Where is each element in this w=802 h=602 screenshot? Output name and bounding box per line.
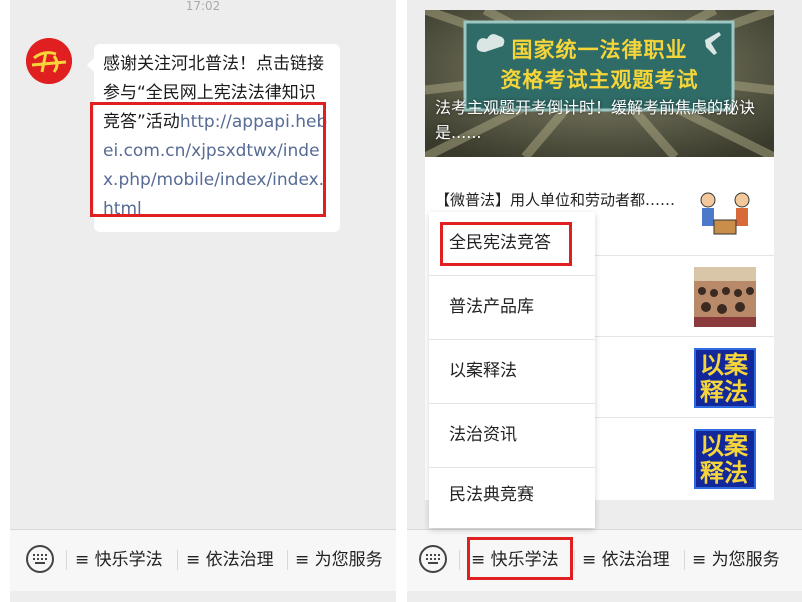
bottom-menu-bar: ≡ 快乐学法 ≡ 依法治理 ≡ 为您服务 [10,529,396,591]
menu-tab-governance[interactable]: ≡ 依法治理 [186,546,274,574]
menu-tab-learn-law[interactable]: ≡ 快乐学法 [75,546,163,574]
banner-title-line1: 国家统一法律职业 [511,38,688,62]
message-timestamp: 17:02 [185,0,221,10]
keyboard-icon[interactable] [419,545,447,573]
thumb-text: 以案释法 [700,351,748,406]
banner-caption: 法考主观题开考倒计时！缓解考前焦虑的秘诀是...... [435,98,756,142]
menu-tab-services[interactable]: ≡ 为您服务 [295,546,383,574]
meeting-photo [694,267,756,327]
banner-title-line2: 资格考试主观题考试 [500,68,699,92]
popup-item-constitution-quiz[interactable]: 全民宪法竞答 [429,212,595,275]
yianshifa-icon: 以案释法 [694,429,756,489]
keyboard-icon[interactable] [26,545,54,573]
hebei-pufa-logo-avatar[interactable] [26,38,72,84]
menu-tab-learn-law[interactable]: ≡ 快乐学法 [471,546,559,574]
popup-item-civil-code-quiz[interactable]: 民法典竞赛 [429,464,595,527]
popup-menu: 全民宪法竞答 普法产品库 以案释法 法治资讯 民法典竞赛 [429,212,595,528]
menu-tab-governance[interactable]: ≡ 依法治理 [582,546,670,574]
bottom-menu-bar: ≡ 快乐学法 ≡ 依法治理 ≡ 为您服务 [407,529,802,591]
yianshifa-icon: 以案释法 [694,348,756,408]
article-banner[interactable]: 国家统一法律职业 资格考试主观题考试 法考主观题开考倒计时！缓解考前焦虑的秘诀是… [425,10,774,157]
popup-item-law-news[interactable]: 法治资讯 [429,404,595,467]
popup-item-case-law[interactable]: 以案释法 [429,340,595,403]
thumb-text: 以案释法 [700,432,748,487]
cartoon-people-icon [694,186,756,246]
menu-tab-services[interactable]: ≡ 为您服务 [692,546,780,574]
chat-panel-left: 17:02 感谢关注河北普法！点击链接参与“全民网上宪法法律知识竞答”活动htt… [10,0,396,602]
message-bubble: 感谢关注河北普法！点击链接参与“全民网上宪法法律知识竞答”活动http://ap… [87,44,340,232]
popup-item-product-library[interactable]: 普法产品库 [429,276,595,339]
